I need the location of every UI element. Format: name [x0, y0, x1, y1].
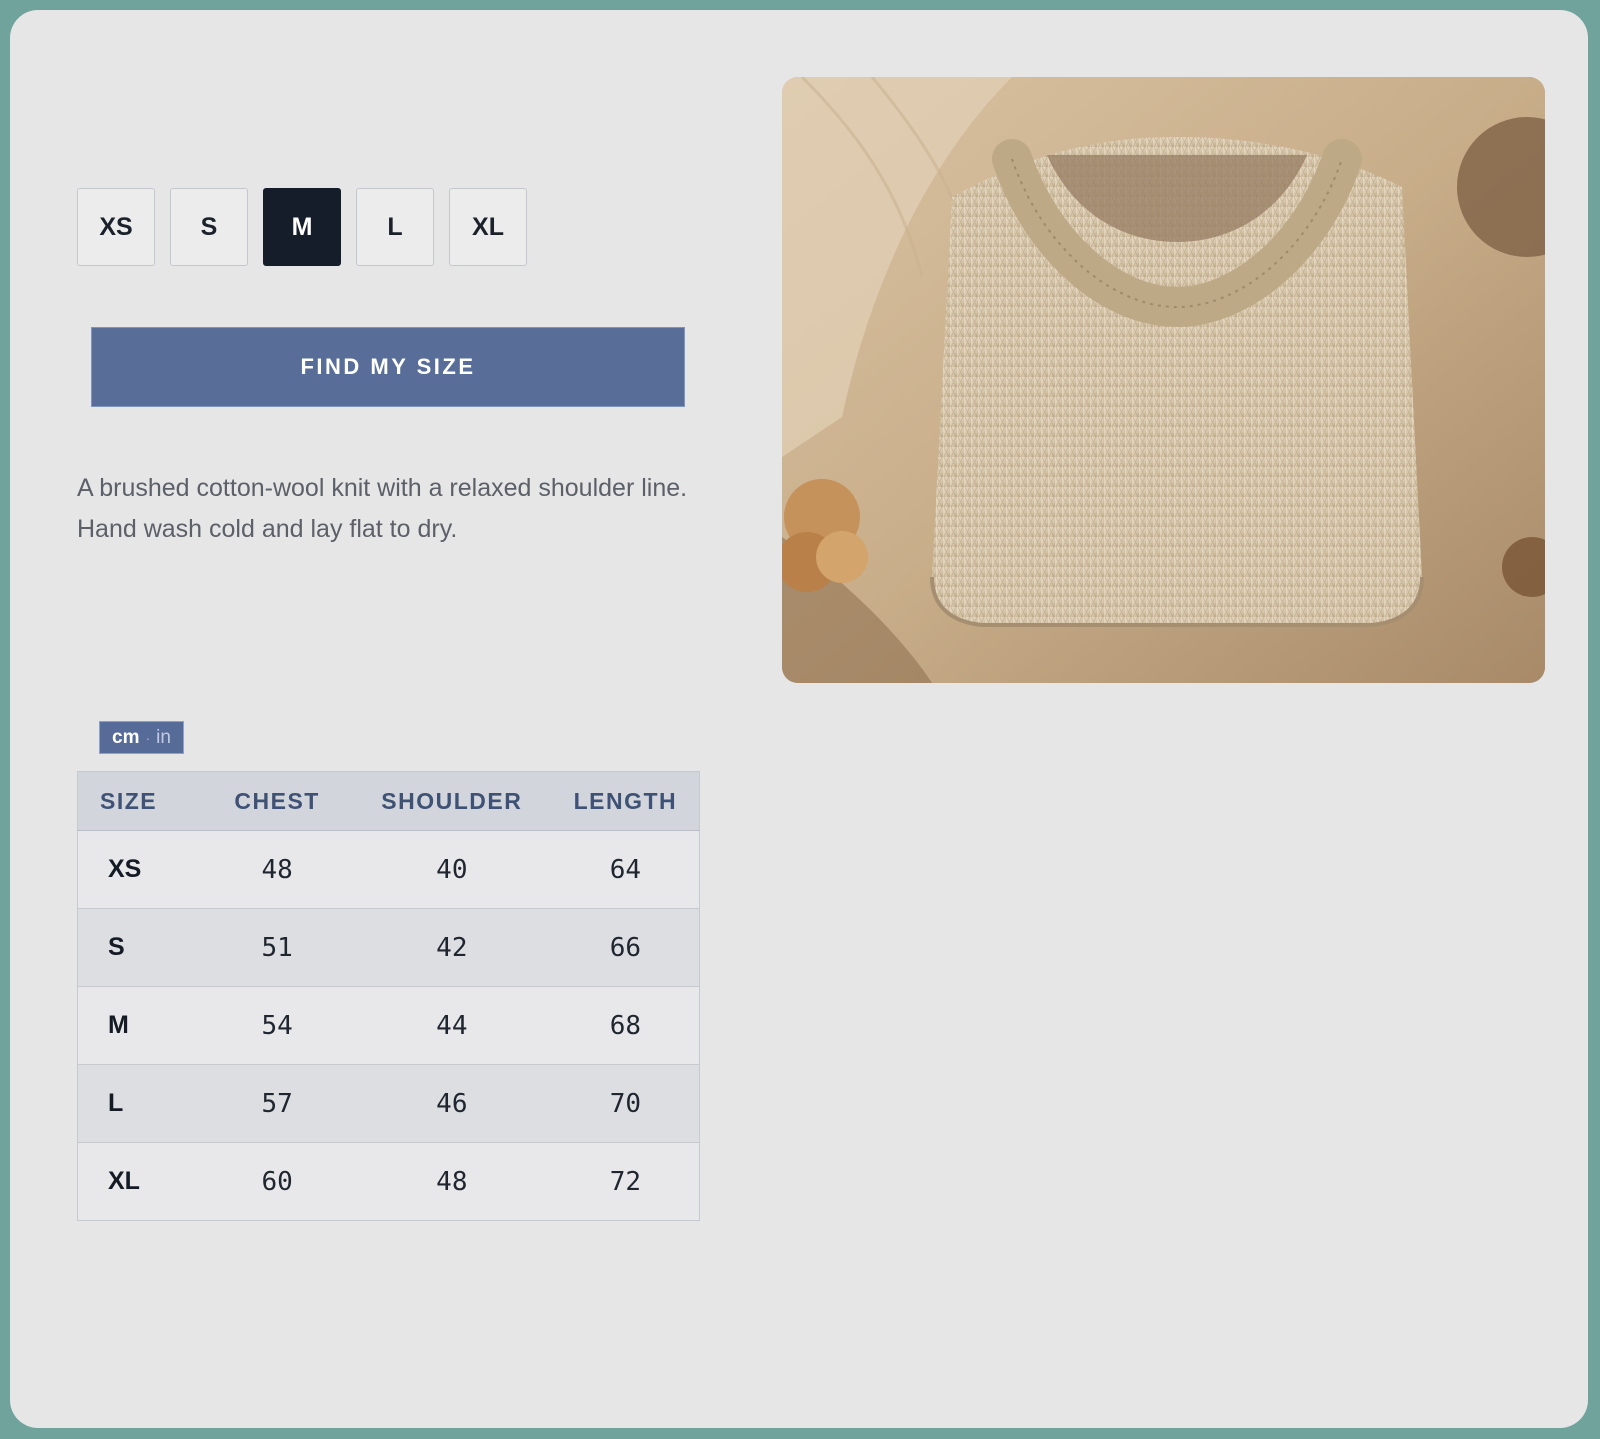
unit-cm[interactable]: cm	[112, 727, 139, 749]
unit-separator: ·	[145, 729, 151, 746]
cell-chest: 51	[202, 908, 352, 987]
column-header-length: LENGTH	[551, 771, 700, 831]
cell-size: XL	[77, 1142, 203, 1221]
unit-toggle[interactable]: cm · in	[99, 721, 184, 754]
cell-chest: 57	[202, 1064, 352, 1143]
product-card: XS S M L XL FIND MY SIZE A brushed cotto…	[10, 10, 1588, 1428]
size-option-xs[interactable]: XS	[77, 188, 155, 266]
cell-length: 68	[551, 986, 700, 1065]
cell-shoulder: 40	[351, 830, 552, 909]
cell-chest: 48	[202, 830, 352, 909]
cell-length: 70	[551, 1064, 700, 1143]
cell-size: M	[77, 986, 203, 1065]
size-selector: XS S M L XL	[77, 188, 527, 266]
table-row: XL 60 48 72	[77, 1142, 700, 1221]
size-option-l[interactable]: L	[356, 188, 434, 266]
size-option-s[interactable]: S	[170, 188, 248, 266]
product-description: A brushed cotton-wool knit with a relaxe…	[77, 474, 688, 543]
product-image	[782, 77, 1545, 683]
column-header-shoulder: SHOULDER	[351, 771, 552, 831]
table-row: S 51 42 66	[77, 908, 700, 987]
cell-size: S	[77, 908, 203, 987]
cell-shoulder: 44	[351, 986, 552, 1065]
cell-chest: 54	[202, 986, 352, 1065]
cell-length: 64	[551, 830, 700, 909]
table-header-row: SIZE CHEST SHOULDER LENGTH	[77, 771, 700, 831]
cell-shoulder: 46	[351, 1064, 552, 1143]
cell-chest: 60	[202, 1142, 352, 1221]
unit-in[interactable]: in	[156, 727, 171, 749]
find-my-size-button[interactable]: FIND MY SIZE	[91, 327, 685, 407]
column-header-chest: CHEST	[202, 771, 352, 831]
size-chart-table: SIZE CHEST SHOULDER LENGTH XS 48 40 64 S…	[77, 771, 700, 1221]
table-row: L 57 46 70	[77, 1064, 700, 1143]
cell-shoulder: 48	[351, 1142, 552, 1221]
cell-size: L	[77, 1064, 203, 1143]
cell-length: 72	[551, 1142, 700, 1221]
size-option-xl[interactable]: XL	[449, 188, 527, 266]
table-row: XS 48 40 64	[77, 830, 700, 909]
table-row: M 54 44 68	[77, 986, 700, 1065]
cell-size: XS	[77, 830, 203, 909]
cell-length: 66	[551, 908, 700, 987]
size-option-m[interactable]: M	[263, 188, 341, 266]
column-header-size: SIZE	[77, 771, 203, 831]
sweater-illustration	[782, 77, 1545, 683]
cell-shoulder: 42	[351, 908, 552, 987]
